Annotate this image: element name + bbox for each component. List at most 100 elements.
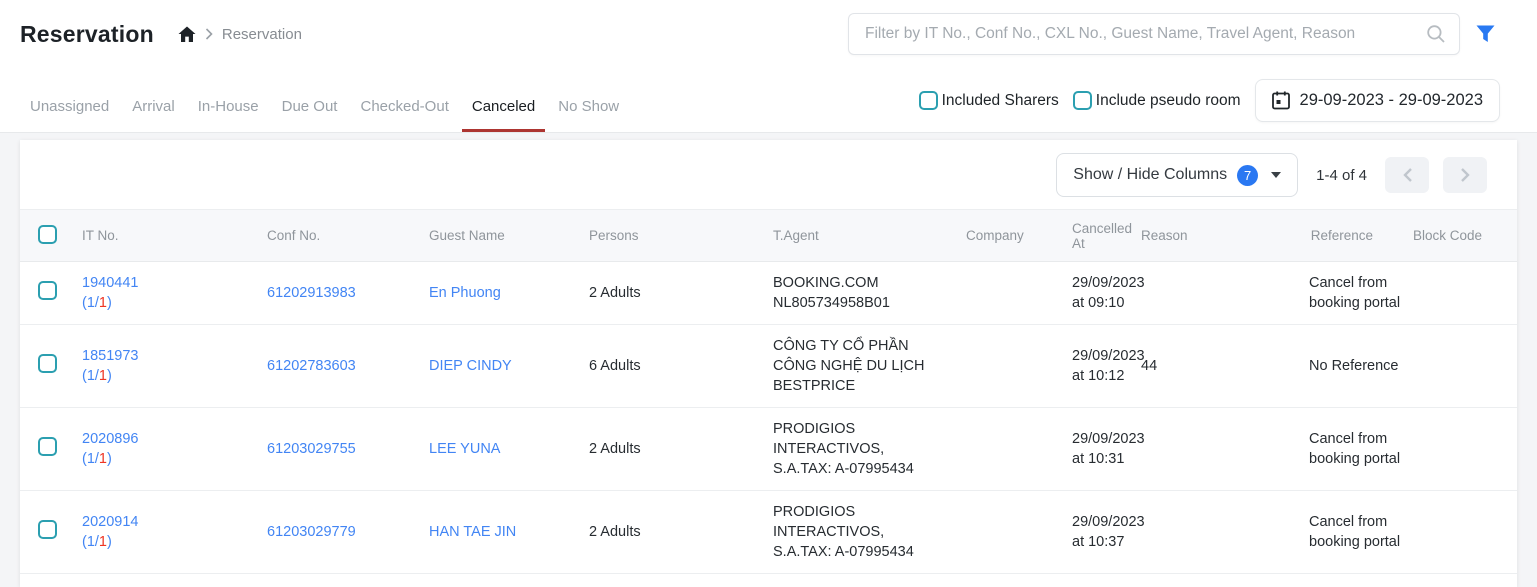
persons-cell: 2 Adults bbox=[589, 262, 773, 325]
date-range-picker[interactable]: 29-09-2023 - 29-09-2023 bbox=[1255, 79, 1500, 122]
status-tab[interactable]: No Show bbox=[548, 98, 629, 132]
prev-page-button[interactable] bbox=[1385, 157, 1429, 193]
column-header: T.Agent bbox=[773, 210, 966, 262]
column-header: Reason bbox=[1141, 210, 1309, 262]
status-tab[interactable]: Arrival bbox=[122, 98, 185, 132]
company-cell bbox=[966, 408, 1072, 491]
include-pseudo-room-group: Include pseudo room bbox=[1073, 91, 1241, 110]
room-split: (1/1) bbox=[82, 366, 259, 386]
cancelled-at-cell: 29/09/2023 at 10:31 bbox=[1072, 408, 1141, 491]
table-row: 2020914 (1/1) 61203029779 HAN TAE JIN 2 … bbox=[20, 491, 1517, 574]
it-no-link[interactable]: 1851973 bbox=[82, 348, 138, 364]
row-select-cell bbox=[20, 491, 82, 574]
status-tab[interactable]: Due Out bbox=[272, 98, 348, 132]
persons-cell: 2 Adults bbox=[589, 408, 773, 491]
caret-down-icon bbox=[1271, 172, 1281, 178]
included-sharers-checkbox[interactable] bbox=[919, 91, 938, 110]
reason-cell bbox=[1141, 262, 1309, 325]
table-toolbar: Show / Hide Columns 7 1-4 of 4 bbox=[20, 140, 1517, 209]
filter-input[interactable] bbox=[848, 13, 1460, 55]
block-code-cell bbox=[1413, 262, 1517, 325]
status-tab[interactable]: Canceled bbox=[462, 98, 545, 132]
row-select-cell bbox=[20, 325, 82, 408]
included-sharers-group: Included Sharers bbox=[919, 91, 1059, 110]
included-sharers-label: Included Sharers bbox=[942, 92, 1059, 110]
it-no-cell: 1851973 (1/1) bbox=[82, 325, 267, 408]
status-tab[interactable]: Unassigned bbox=[20, 98, 119, 132]
date-range-value: 29-09-2023 - 29-09-2023 bbox=[1300, 91, 1483, 110]
select-all-header-cell bbox=[20, 210, 82, 262]
table-row: 1851973 (1/1) 61202783603 DIEP CINDY 6 A… bbox=[20, 325, 1517, 408]
t-agent-cell: CÔNG TY CỔ PHẦN CÔNG NGHỆ DU LỊCH BESTPR… bbox=[773, 325, 966, 408]
column-header: Persons bbox=[589, 210, 773, 262]
include-pseudo-room-label: Include pseudo room bbox=[1096, 92, 1241, 110]
room-split: (1/1) bbox=[82, 532, 259, 552]
show-hide-columns-button[interactable]: Show / Hide Columns 7 bbox=[1056, 153, 1298, 197]
row-checkbox[interactable] bbox=[38, 437, 57, 456]
guest-name-cell: DIEP CINDY bbox=[429, 325, 589, 408]
t-agent-cell: PRODIGIOS INTERACTIVOS, S.A.TAX: A-07995… bbox=[773, 408, 966, 491]
status-tab[interactable]: In-House bbox=[188, 98, 269, 132]
t-agent-cell: BOOKING.COM NL805734958B01 bbox=[773, 262, 966, 325]
table-row: 1940441 (1/1) 61202913983 En Phuong 2 Ad… bbox=[20, 262, 1517, 325]
room-split: (1/1) bbox=[82, 449, 259, 469]
guest-name-link[interactable]: HAN TAE JIN bbox=[429, 524, 516, 540]
it-no-cell: 1940441 (1/1) bbox=[82, 262, 267, 325]
block-code-cell bbox=[1413, 408, 1517, 491]
reason-cell bbox=[1141, 491, 1309, 574]
it-no-link[interactable]: 2020914 bbox=[82, 514, 138, 530]
table-body: 1940441 (1/1) 61202913983 En Phuong 2 Ad… bbox=[20, 262, 1517, 574]
row-checkbox[interactable] bbox=[38, 354, 57, 373]
company-cell bbox=[966, 325, 1072, 408]
column-header: Guest Name bbox=[429, 210, 589, 262]
reference-cell: Cancel from booking portal bbox=[1309, 262, 1413, 325]
conf-no-link[interactable]: 61203029779 bbox=[267, 524, 356, 540]
t-agent-cell: PRODIGIOS INTERACTIVOS, S.A.TAX: A-07995… bbox=[773, 491, 966, 574]
reference-cell: No Reference bbox=[1309, 325, 1413, 408]
conf-no-link[interactable]: 61202913983 bbox=[267, 285, 356, 301]
guest-name-cell: En Phuong bbox=[429, 262, 589, 325]
persons-cell: 6 Adults bbox=[589, 325, 773, 408]
column-header: Conf No. bbox=[267, 210, 429, 262]
include-pseudo-room-checkbox[interactable] bbox=[1073, 91, 1092, 110]
column-header: Reference bbox=[1309, 210, 1413, 262]
company-cell bbox=[966, 491, 1072, 574]
company-cell bbox=[966, 262, 1072, 325]
guest-name-link[interactable]: DIEP CINDY bbox=[429, 358, 512, 374]
row-checkbox[interactable] bbox=[38, 520, 57, 539]
it-no-cell: 2020896 (1/1) bbox=[82, 408, 267, 491]
block-code-cell bbox=[1413, 491, 1517, 574]
it-no-link[interactable]: 1940441 bbox=[82, 275, 138, 291]
guest-name-link[interactable]: LEE YUNA bbox=[429, 441, 500, 457]
guest-name-cell: HAN TAE JIN bbox=[429, 491, 589, 574]
persons-cell: 2 Adults bbox=[589, 491, 773, 574]
reason-cell: 44 bbox=[1141, 325, 1309, 408]
cancelled-at-cell: 29/09/2023 at 10:12 bbox=[1072, 325, 1141, 408]
conf-no-link[interactable]: 61203029755 bbox=[267, 441, 356, 457]
row-checkbox[interactable] bbox=[38, 281, 57, 300]
cancelled-at-cell: 29/09/2023 at 10:37 bbox=[1072, 491, 1141, 574]
table-row: 2020896 (1/1) 61203029755 LEE YUNA 2 Adu… bbox=[20, 408, 1517, 491]
row-select-cell bbox=[20, 262, 82, 325]
calendar-icon bbox=[1272, 91, 1290, 110]
conf-no-cell: 61202913983 bbox=[267, 262, 429, 325]
next-page-button[interactable] bbox=[1443, 157, 1487, 193]
search-icon bbox=[1426, 24, 1446, 49]
guest-name-link[interactable]: En Phuong bbox=[429, 285, 501, 301]
chevron-right-icon bbox=[205, 28, 213, 40]
conf-no-link[interactable]: 61202783603 bbox=[267, 358, 356, 374]
it-no-link[interactable]: 2020896 bbox=[82, 431, 138, 447]
pagination-range: 1-4 of 4 bbox=[1316, 167, 1367, 184]
block-code-cell bbox=[1413, 325, 1517, 408]
page-title: Reservation bbox=[20, 21, 154, 48]
breadcrumb: Reservation bbox=[178, 26, 302, 43]
cancelled-at-cell: 29/09/2023 at 09:10 bbox=[1072, 262, 1141, 325]
filter-funnel-icon[interactable] bbox=[1476, 25, 1495, 43]
status-tab[interactable]: Checked-Out bbox=[350, 98, 458, 132]
it-no-cell: 2020914 (1/1) bbox=[82, 491, 267, 574]
column-header: Block Code bbox=[1413, 210, 1517, 262]
select-all-checkbox[interactable] bbox=[38, 225, 57, 244]
home-icon[interactable] bbox=[178, 26, 196, 43]
show-hide-columns-label: Show / Hide Columns bbox=[1073, 166, 1227, 184]
top-bar: Reservation Reservation bbox=[0, 0, 1537, 133]
